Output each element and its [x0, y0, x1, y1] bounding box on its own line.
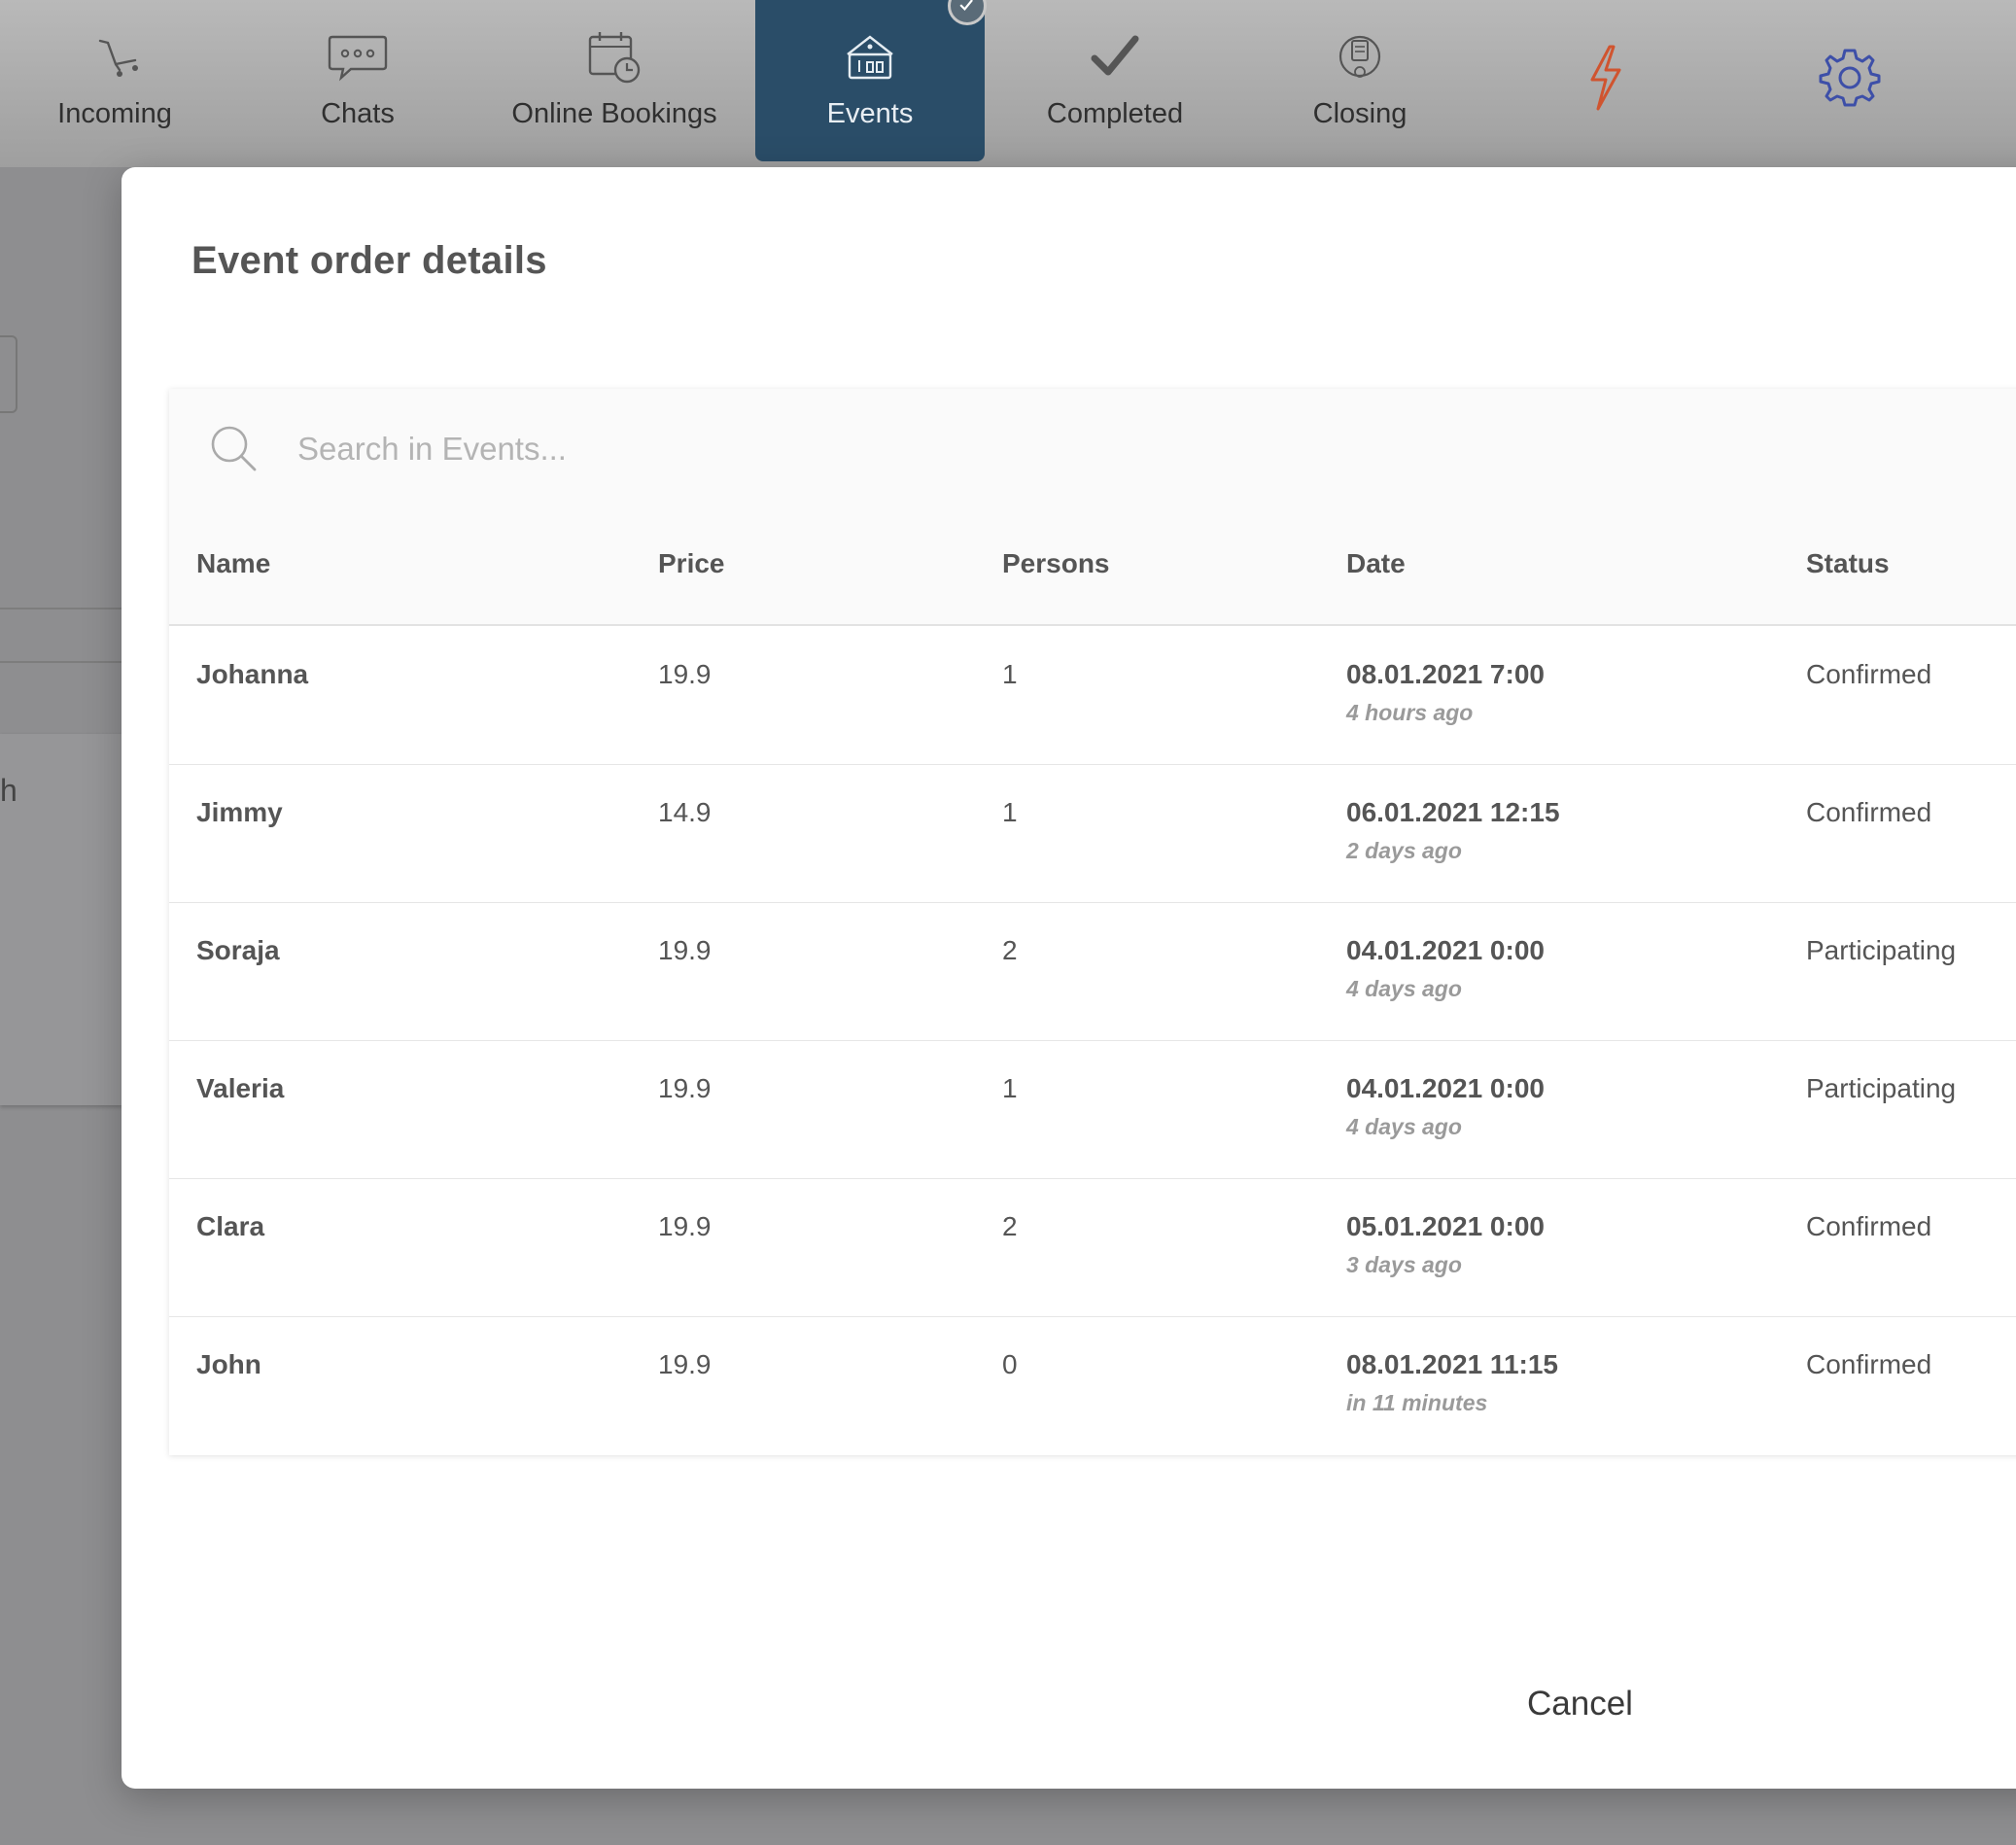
cell-persons: 0	[1002, 1349, 1018, 1379]
events-table: Name Price Persons Date Status Johanna 1…	[169, 389, 2016, 1455]
background-control	[0, 335, 17, 413]
background-divider	[0, 608, 122, 609]
column-header-price[interactable]: Price	[658, 548, 725, 579]
cell-persons: 1	[1002, 1073, 1018, 1103]
table-row[interactable]: Soraja 19.9 2 04.01.2021 0:00 4 days ago…	[169, 902, 2016, 1041]
cell-date: 04.01.2021 0:00	[1346, 935, 1545, 965]
cell-relative-time: 3 days ago	[1346, 1252, 1462, 1277]
cancel-button[interactable]: Cancel	[1521, 1684, 1639, 1724]
nav-tab-events[interactable]: Events	[755, 0, 987, 161]
cell-persons: 1	[1002, 797, 1018, 827]
cell-relative-time: in 11 minutes	[1346, 1390, 1488, 1415]
nav-tab-online-bookings[interactable]: Online Bookings	[500, 0, 729, 161]
nav-tab-lightning[interactable]	[1490, 0, 1720, 161]
cell-date: 08.01.2021 7:00	[1346, 659, 1545, 689]
lightning-icon	[1590, 45, 1621, 111]
cell-persons: 1	[1002, 659, 1018, 689]
column-header-date[interactable]: Date	[1346, 548, 1406, 579]
cell-relative-time: 4 days ago	[1346, 1114, 1462, 1139]
cell-price: 19.9	[658, 1073, 712, 1103]
nav-tab-completed[interactable]: Completed	[1000, 0, 1230, 161]
cell-status: Confirmed	[1806, 797, 1932, 827]
gear-icon	[1819, 49, 1881, 107]
column-header-status[interactable]: Status	[1806, 548, 1890, 579]
dialog-title: Event order details	[191, 239, 547, 282]
table-header: Name Price Persons Date Status	[169, 389, 2016, 626]
nav-label: Events	[826, 98, 914, 129]
table-row[interactable]: Jimmy 14.9 1 06.01.2021 12:15 2 days ago…	[169, 764, 2016, 903]
nav-label: Online Bookings	[511, 98, 717, 129]
event-order-details-dialog: Event order details Name Price Persons D…	[122, 167, 2016, 1789]
cell-date: 04.01.2021 0:00	[1346, 1073, 1545, 1103]
cell-relative-time: 4 days ago	[1346, 976, 1462, 1001]
nav-label: Completed	[1046, 98, 1184, 129]
cell-name: Valeria	[196, 1073, 285, 1103]
background-card	[0, 734, 122, 1105]
cell-price: 19.9	[658, 935, 712, 965]
nav-tab-chats[interactable]: Chats	[243, 0, 472, 161]
cash-register-icon	[1338, 35, 1381, 78]
chat-bubble-icon	[328, 35, 388, 82]
cell-date: 06.01.2021 12:15	[1346, 797, 1560, 827]
search-input[interactable]	[295, 418, 1174, 480]
cell-price: 19.9	[658, 1349, 712, 1379]
cell-status: Confirmed	[1806, 1211, 1932, 1241]
nav-label: Closing	[1312, 98, 1408, 129]
cell-price: 19.9	[658, 659, 712, 689]
checkmark-icon	[1091, 35, 1139, 76]
cell-persons: 2	[1002, 935, 1018, 965]
cell-status: Confirmed	[1806, 1349, 1932, 1379]
nav-tab-incoming[interactable]: Incoming	[0, 0, 229, 161]
cell-date: 05.01.2021 0:00	[1346, 1211, 1545, 1241]
nav-settings[interactable]	[1735, 0, 1964, 161]
cell-status: Participating	[1806, 1073, 1957, 1103]
column-header-persons[interactable]: Persons	[1002, 548, 1110, 579]
cell-name: John	[196, 1349, 261, 1379]
table-row[interactable]: Clara 19.9 2 05.01.2021 0:00 3 days ago …	[169, 1178, 2016, 1317]
nav-tab-closing[interactable]: Closing	[1245, 0, 1475, 161]
search-icon	[211, 426, 257, 471]
calendar-clock-icon	[588, 32, 641, 84]
cell-name: Clara	[196, 1211, 265, 1241]
top-navigation: Incoming Chats Online Bookings Events Co…	[0, 0, 2016, 167]
background-divider	[0, 661, 122, 663]
cell-price: 19.9	[658, 1211, 712, 1241]
nav-label: Chats	[321, 98, 395, 129]
column-header-name[interactable]: Name	[196, 548, 270, 579]
table-row[interactable]: Valeria 19.9 1 04.01.2021 0:00 4 days ag…	[169, 1040, 2016, 1179]
table-row[interactable]: Johanna 19.9 1 08.01.2021 7:00 4 hours a…	[169, 626, 2016, 765]
background-text: h	[0, 773, 17, 808]
nav-label: Incoming	[57, 98, 172, 129]
cell-name: Soraja	[196, 935, 280, 965]
cell-status: Participating	[1806, 935, 1957, 965]
cell-price: 14.9	[658, 797, 712, 827]
cell-date: 08.01.2021 11:15	[1346, 1349, 1558, 1379]
cell-relative-time: 4 hours ago	[1346, 700, 1474, 725]
table-row[interactable]: John 19.9 0 08.01.2021 11:15 in 11 minut…	[169, 1316, 2016, 1454]
cell-relative-time: 2 days ago	[1346, 838, 1462, 863]
check-badge-icon	[948, 0, 987, 25]
cell-name: Jimmy	[196, 797, 283, 827]
cell-persons: 2	[1002, 1211, 1018, 1241]
cell-name: Johanna	[196, 659, 309, 689]
ticket-icon	[847, 35, 893, 80]
cell-status: Confirmed	[1806, 659, 1932, 689]
cart-icon	[98, 39, 138, 77]
